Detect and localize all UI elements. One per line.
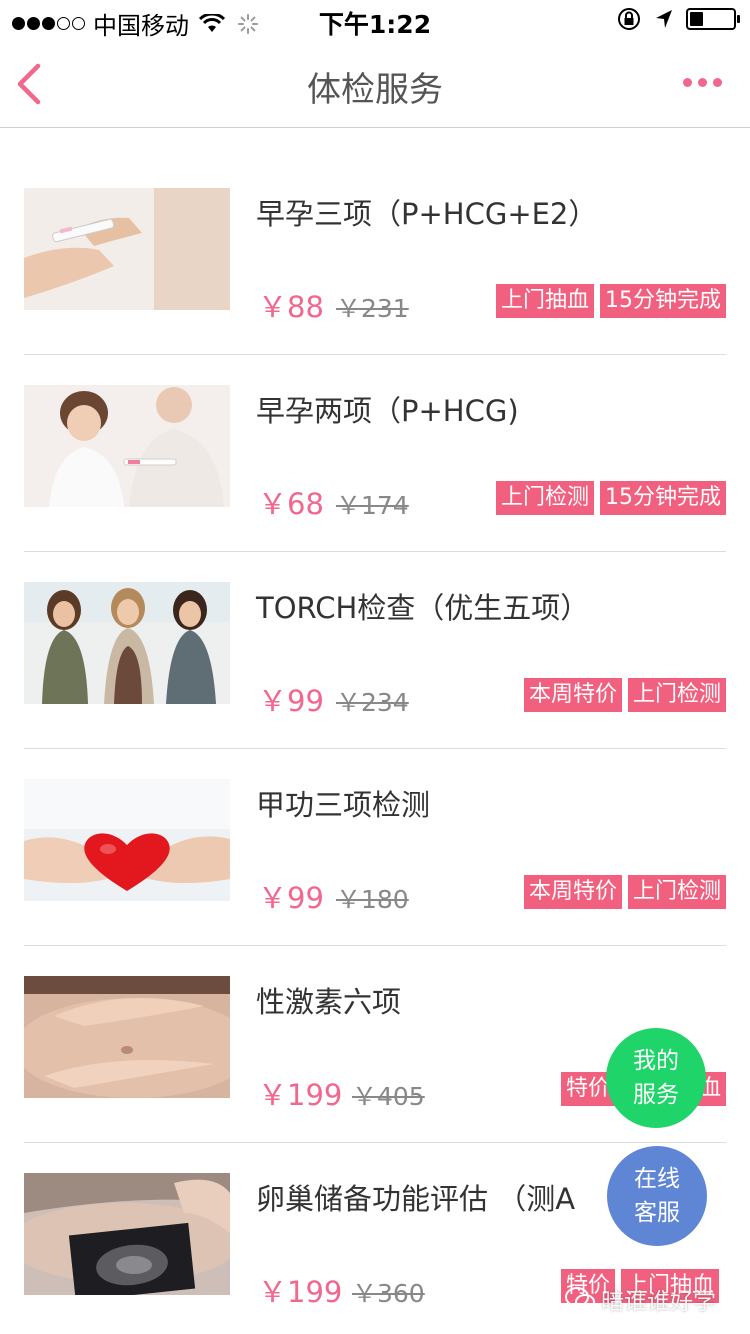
online-service-button[interactable]: 在线 客服 — [607, 1146, 707, 1246]
watermark: 暗谁谁好学 — [565, 1282, 716, 1316]
watermark-text: 暗谁谁好学 — [601, 1289, 716, 1315]
item-original-price: ￥231 — [336, 294, 409, 323]
online-service-label-line2: 客服 — [634, 1200, 680, 1226]
list-item[interactable]: TORCH检查（优生五项） ￥99 ￥234 本周特价 上门检测 — [0, 523, 750, 749]
item-original-price: ￥174 — [336, 491, 409, 520]
item-original-price: ￥180 — [336, 885, 409, 914]
my-service-label-line1: 我的 — [633, 1048, 679, 1074]
tag-badge: 15分钟完成 — [600, 284, 726, 318]
item-title: 早孕两项（P+HCG) — [256, 394, 519, 428]
my-service-label-line2: 服务 — [633, 1082, 679, 1108]
item-original-price: ￥405 — [352, 1082, 425, 1111]
item-original-price: ￥234 — [336, 688, 409, 717]
item-title: 卵巢储备功能评估 （测A — [256, 1182, 576, 1216]
item-price: ￥199 — [258, 1078, 343, 1112]
status-bar: 中国移动 下午1:22 — [0, 0, 750, 40]
tag-badge: 本周特价 — [523, 875, 622, 909]
tag-badge: 上门检测 — [627, 678, 726, 712]
list-item[interactable]: 甲功三项检测 ￥99 ￥180 本周特价 上门检测 — [0, 720, 750, 946]
tag-badge: 上门检测 — [627, 875, 726, 909]
tag-badge: 本周特价 — [523, 678, 622, 712]
item-tags: 本周特价 上门检测 — [523, 678, 726, 712]
item-thumbnail — [24, 385, 230, 507]
item-tags: 本周特价 上门检测 — [523, 875, 726, 909]
list-item[interactable]: 早孕两项（P+HCG) ￥68 ￥174 上门检测 15分钟完成 — [0, 326, 750, 552]
rotation-lock-icon — [618, 8, 640, 30]
item-thumbnail — [24, 1173, 230, 1295]
item-tags: 上门检测 15分钟完成 — [495, 481, 726, 515]
location-arrow-icon — [656, 10, 672, 28]
item-thumbnail — [24, 779, 230, 901]
item-price: ￥88 — [258, 290, 324, 324]
status-right — [616, 7, 740, 31]
nav-bar: 体检服务 — [0, 40, 750, 128]
item-thumbnail — [24, 976, 230, 1098]
item-title: TORCH检查（优生五项） — [256, 591, 590, 625]
tag-badge: 上门检测 — [495, 481, 594, 515]
item-original-price: ￥360 — [352, 1279, 425, 1308]
item-thumbnail — [24, 582, 230, 704]
item-title: 早孕三项（P+HCG+E2） — [256, 197, 598, 231]
battery-icon — [686, 8, 740, 30]
tag-badge: 15分钟完成 — [600, 481, 726, 515]
item-price: ￥68 — [258, 487, 324, 521]
tag-badge: 上门抽血 — [495, 284, 594, 318]
wechat-logo-icon — [565, 1287, 595, 1310]
item-price: ￥99 — [258, 881, 324, 915]
online-service-label-line1: 在线 — [634, 1166, 680, 1192]
item-thumbnail — [24, 188, 230, 310]
item-price: ￥199 — [258, 1275, 343, 1309]
list-item[interactable]: 早孕三项（P+HCG+E2） ￥88 ￥231 上门抽血 15分钟完成 — [0, 129, 750, 355]
item-title: 性激素六项 — [256, 985, 402, 1019]
item-tags: 上门抽血 15分钟完成 — [495, 284, 726, 318]
item-title: 甲功三项检测 — [256, 788, 431, 822]
item-price: ￥99 — [258, 684, 324, 718]
my-service-button[interactable]: 我的 服务 — [606, 1028, 706, 1128]
more-options-icon[interactable] — [683, 78, 722, 87]
page-title: 体检服务 — [307, 70, 443, 110]
